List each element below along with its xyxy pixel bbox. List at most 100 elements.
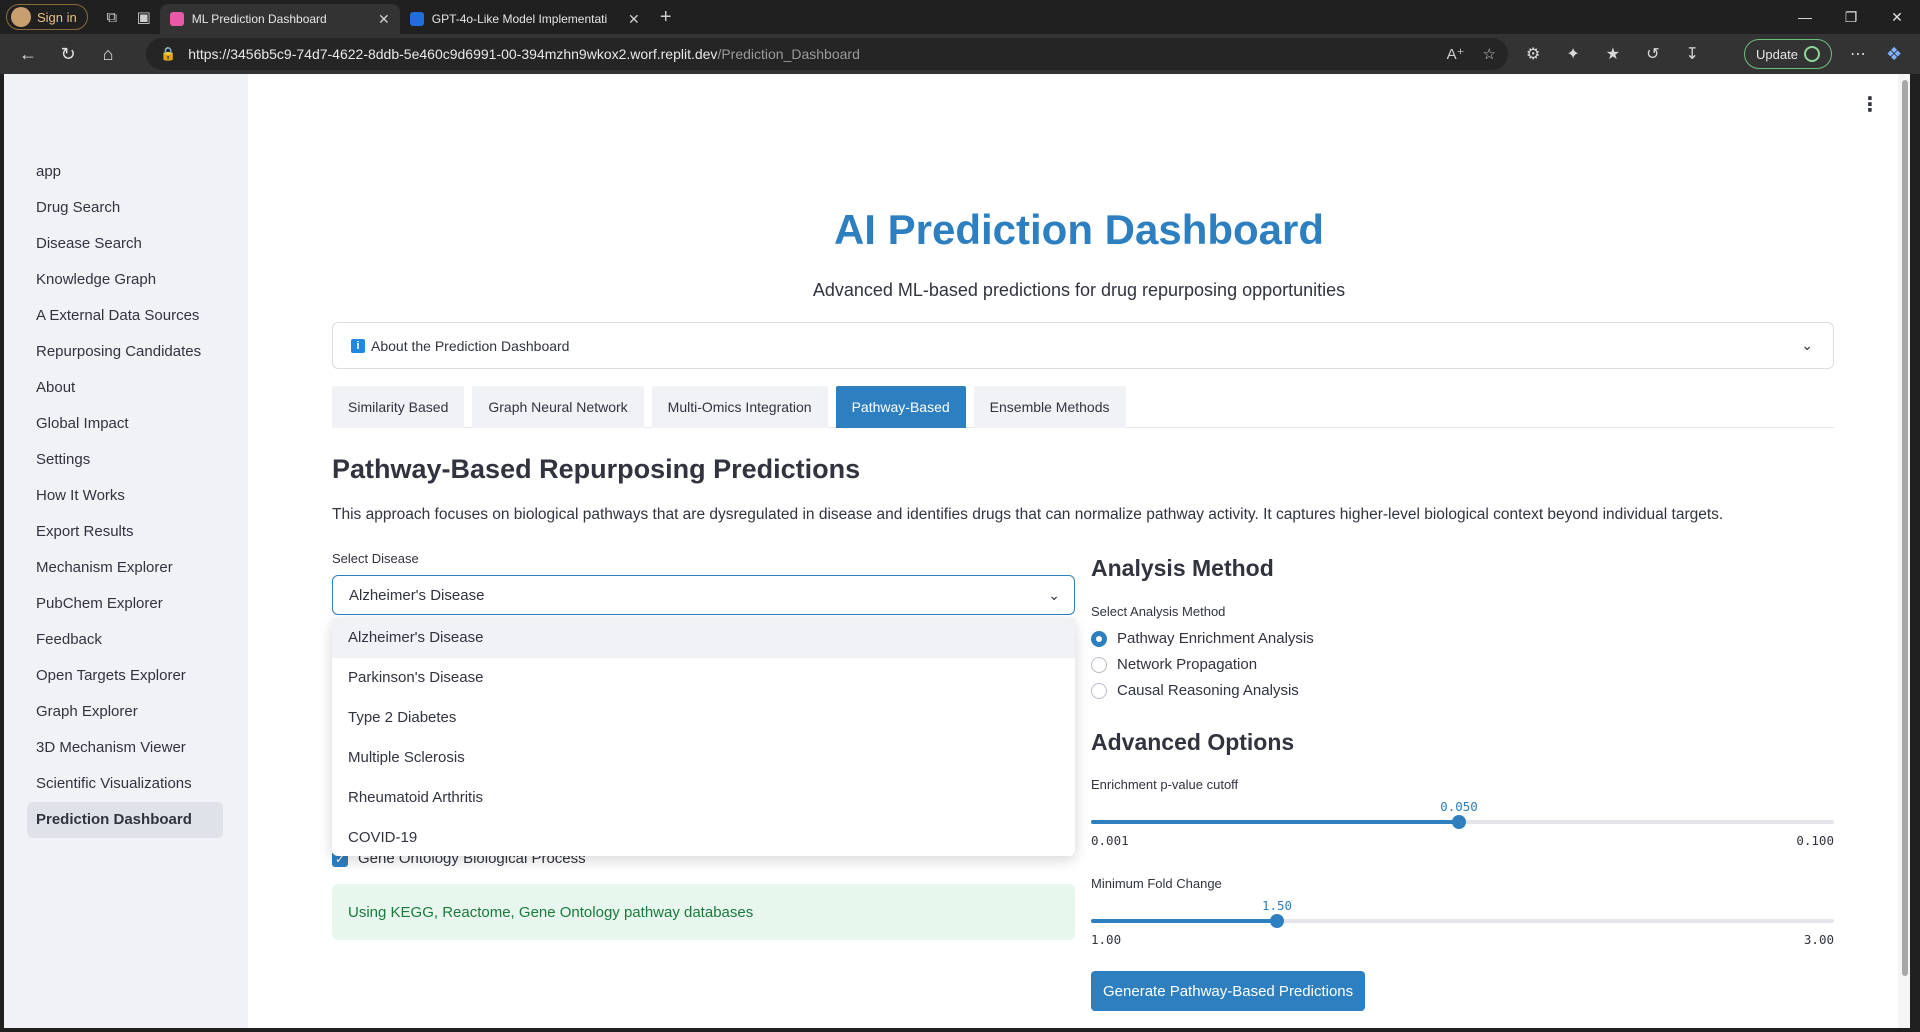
more-menu-icon[interactable]: ⋯ <box>1850 34 1866 74</box>
dropdown-option[interactable]: Parkinson's Disease <box>332 658 1075 698</box>
home-icon[interactable]: ⌂ <box>88 38 128 70</box>
analysis-method-title: Analysis Method <box>1091 555 1274 581</box>
sidebar-item-external-data-sources[interactable]: A External Data Sources <box>27 298 223 334</box>
dropdown-option[interactable]: Alzheimer's Disease <box>332 618 1075 658</box>
sidebar-item-repurposing-candidates[interactable]: Repurposing Candidates <box>27 334 223 370</box>
sidebar-item-graph-explorer[interactable]: Graph Explorer <box>27 694 223 730</box>
extensions-icon[interactable]: ✦ <box>1566 44 1579 64</box>
slider-min: 0.001 <box>1091 833 1129 848</box>
radio-label: Causal Reasoning Analysis <box>1117 682 1299 699</box>
close-icon[interactable]: ✕ <box>378 11 390 28</box>
url-path: /Prediction_Dashboard <box>717 46 860 62</box>
sidebar: app Drug Search Disease Search Knowledge… <box>4 74 248 1028</box>
radio-label: Network Propagation <box>1117 656 1258 673</box>
about-expander[interactable]: i About the Prediction Dashboard ⌄ <box>332 322 1834 369</box>
pvalue-slider-label: Enrichment p-value cutoff <box>1091 777 1239 792</box>
app-menu-icon[interactable]: ⋮ <box>1860 92 1880 117</box>
slider-min: 1.00 <box>1091 932 1122 947</box>
address-bar[interactable]: 🔒 https://3456b5c9-74d7-4622-8ddb-5e460c… <box>146 38 1508 70</box>
radio-causal-reasoning[interactable]: Causal Reasoning Analysis <box>1091 682 1299 699</box>
sidebar-item-export-results[interactable]: Export Results <box>27 514 223 550</box>
tab-graph-neural-network[interactable]: Graph Neural Network <box>472 386 644 428</box>
sidebar-item-mechanism-explorer[interactable]: Mechanism Explorer <box>27 550 223 586</box>
sidebar-item-about[interactable]: About <box>27 370 223 406</box>
tab-similarity-based[interactable]: Similarity Based <box>332 386 465 428</box>
slider-max: 3.00 <box>1803 932 1834 947</box>
minimize-icon[interactable]: — <box>1782 0 1828 34</box>
slider-thumb[interactable] <box>1270 914 1284 928</box>
back-icon[interactable]: ← <box>8 38 48 70</box>
tab-multi-omics-integration[interactable]: Multi-Omics Integration <box>651 386 828 428</box>
sidebar-item-drug-search[interactable]: Drug Search <box>27 190 223 226</box>
fold-change-slider[interactable]: 1.50 1.00 3.00 <box>1091 898 1834 958</box>
favorite-star-icon[interactable]: ☆ <box>1483 45 1496 63</box>
tab-ensemble-methods[interactable]: Ensemble Methods <box>973 386 1126 428</box>
database-info-alert: Using KEGG, Reactome, Gene Ontology path… <box>332 884 1075 940</box>
update-button[interactable]: Update <box>1744 39 1832 69</box>
dropdown-option[interactable]: Rheumatoid Arthritis <box>332 778 1075 818</box>
copilot-shield-icon[interactable]: ⚙ <box>1526 44 1540 64</box>
page-subtitle: Advanced ML-based predictions for drug r… <box>812 280 1346 300</box>
slider-fill <box>1091 820 1459 824</box>
chevron-down-icon: ⌄ <box>1048 586 1060 603</box>
chevron-down-icon: ⌄ <box>1801 337 1813 353</box>
lock-icon: 🔒 <box>160 46 177 61</box>
method-tabs: Similarity Based Graph Neural Network Mu… <box>332 386 1834 428</box>
downloads-icon[interactable]: ↧ <box>1686 44 1699 64</box>
radio-pathway-enrichment[interactable]: Pathway Enrichment Analysis <box>1091 630 1314 647</box>
browser-tab[interactable]: GPT-4o-Like Model Implementati ✕ <box>400 4 650 34</box>
radio-network-propagation[interactable]: Network Propagation <box>1091 656 1257 673</box>
dropdown-option[interactable]: Multiple Sclerosis <box>332 738 1075 778</box>
generate-predictions-button[interactable]: Generate Pathway-Based Predictions <box>1091 971 1366 1011</box>
sidebar-item-pubchem-explorer[interactable]: PubChem Explorer <box>27 586 223 622</box>
favorites-icon[interactable]: ★ <box>1606 44 1620 64</box>
alert-text: Using KEGG, Reactome, Gene Ontology path… <box>348 903 754 921</box>
sidebar-item-knowledge-graph[interactable]: Knowledge Graph <box>27 262 223 298</box>
restore-icon[interactable]: ❐ <box>1828 0 1874 34</box>
toolbar-icons: ⚙ ✦ ★ ↺ ↧ <box>1526 34 1699 74</box>
update-status-icon <box>1803 46 1820 62</box>
tab-pathway-based[interactable]: Pathway-Based <box>835 386 966 428</box>
replit-favicon-icon <box>409 12 424 26</box>
slider-max: 0.100 <box>1796 833 1834 848</box>
sidebar-item-scientific-visualizations[interactable]: Scientific Visualizations <box>27 766 223 802</box>
copilot-icon[interactable]: ❖ <box>1886 34 1902 74</box>
info-icon: i <box>351 338 365 353</box>
dropdown-option[interactable]: COVID-19 <box>332 818 1075 858</box>
refresh-icon[interactable]: ↻ <box>48 38 88 70</box>
disease-select-value: Alzheimer's Disease <box>349 586 485 604</box>
sidebar-item-disease-search[interactable]: Disease Search <box>27 226 223 262</box>
tab-title: GPT-4o-Like Model Implementati <box>431 12 608 26</box>
tab-actions-icon[interactable]: ▣ <box>128 3 160 31</box>
analysis-method-label: Select Analysis Method <box>1091 604 1226 619</box>
section-description: This approach focuses on biological path… <box>332 506 1724 523</box>
close-window-icon[interactable]: ✕ <box>1874 0 1920 34</box>
sidebar-item-3d-mechanism-viewer[interactable]: 3D Mechanism Viewer <box>27 730 223 766</box>
new-tab-icon[interactable]: + <box>650 6 682 29</box>
page-viewport: app Drug Search Disease Search Knowledge… <box>4 74 1910 1028</box>
slider-fill <box>1091 919 1277 923</box>
disease-select[interactable]: Alzheimer's Disease ⌄ <box>332 575 1075 615</box>
sidebar-item-app[interactable]: app <box>27 154 223 190</box>
sidebar-item-settings[interactable]: Settings <box>27 442 223 478</box>
sidebar-item-open-targets-explorer[interactable]: Open Targets Explorer <box>27 658 223 694</box>
browser-tab-active[interactable]: ML Prediction Dashboard ✕ <box>159 4 400 34</box>
profile-button[interactable]: Sign in <box>6 4 88 30</box>
close-icon[interactable]: ✕ <box>628 11 640 28</box>
sidebar-item-prediction-dashboard[interactable]: Prediction Dashboard <box>27 802 223 838</box>
avatar <box>11 7 31 27</box>
workspaces-icon[interactable]: ⧉ <box>96 3 128 31</box>
read-aloud-icon[interactable]: A⁺ <box>1447 45 1465 63</box>
browser-tab-strip: Sign in ⧉ ▣ ML Prediction Dashboard ✕ GP… <box>0 0 1920 34</box>
update-label: Update <box>1756 46 1798 62</box>
pvalue-slider[interactable]: 0.050 0.001 0.100 <box>1091 799 1834 859</box>
sidebar-item-feedback[interactable]: Feedback <box>27 622 223 658</box>
sidebar-item-global-impact[interactable]: Global Impact <box>27 406 223 442</box>
history-icon[interactable]: ↺ <box>1646 44 1659 64</box>
sidebar-item-how-it-works[interactable]: How It Works <box>27 478 223 514</box>
disease-dropdown-menu: Alzheimer's Disease Parkinson's Disease … <box>332 618 1075 856</box>
dropdown-option[interactable]: Type 2 Diabetes <box>332 698 1075 738</box>
browser-toolbar: ← ↻ ⌂ 🔒 https://3456b5c9-74d7-4622-8ddb-… <box>0 34 1920 74</box>
slider-thumb[interactable] <box>1452 815 1466 829</box>
fold-change-slider-label: Minimum Fold Change <box>1091 876 1222 891</box>
